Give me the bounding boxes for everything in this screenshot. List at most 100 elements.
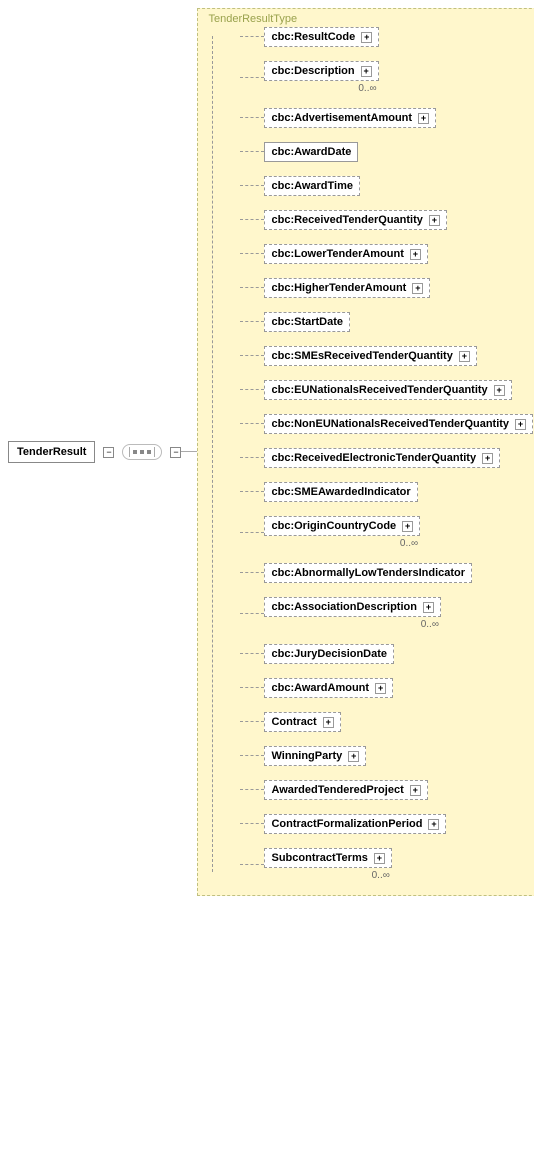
connector-line [240, 117, 264, 119]
tree-trunk [212, 36, 241, 872]
expand-icon[interactable]: + [429, 215, 440, 226]
collapse-icon[interactable]: − [103, 447, 114, 458]
children-list: cbc:ResultCode+cbc:Description+0..∞cbc:A… [212, 27, 534, 881]
node-wrap: cbc:SMEAwardedIndicator [264, 482, 417, 502]
expand-icon[interactable]: + [459, 351, 470, 362]
expand-icon[interactable]: + [323, 717, 334, 728]
node-wrap: WinningParty+ [264, 746, 366, 766]
connector-line [240, 687, 264, 689]
element-label: cbc:AdvertisementAmount [271, 112, 412, 124]
expand-icon[interactable]: + [418, 113, 429, 124]
connector-line [240, 219, 264, 221]
element-label: ContractFormalizationPeriod [271, 818, 422, 830]
node-wrap: cbc:ResultCode+ [264, 27, 379, 47]
child-row: cbc:AbnormallyLowTendersIndicator [240, 563, 534, 583]
child-row: cbc:AssociationDescription+ 0..∞ [240, 597, 534, 630]
element-node[interactable]: cbc:Description+ [264, 61, 378, 81]
expand-icon[interactable]: + [494, 385, 505, 396]
element-node[interactable]: cbc:AssociationDescription+ [264, 597, 440, 617]
element-node[interactable]: cbc:AbnormallyLowTendersIndicator [264, 563, 472, 583]
node-wrap: cbc:AbnormallyLowTendersIndicator [264, 563, 472, 583]
expand-icon[interactable]: + [410, 249, 421, 260]
child-row: cbc:SMEAwardedIndicator [240, 482, 534, 502]
element-node[interactable]: cbc:AwardAmount+ [264, 678, 393, 698]
element-node[interactable]: cbc:SMEAwardedIndicator [264, 482, 417, 502]
child-row: cbc:AwardDate [240, 142, 534, 162]
expand-icon[interactable]: + [423, 602, 434, 613]
expand-icon[interactable]: + [361, 66, 372, 77]
child-row: AwardedTenderedProject+ [240, 780, 534, 800]
child-row: cbc:AwardAmount+ [240, 678, 534, 698]
node-wrap: cbc:AwardAmount+ [264, 678, 393, 698]
connector-line [240, 253, 264, 255]
element-label: cbc:NonEUNationalsReceivedTenderQuantity [271, 418, 509, 430]
expand-icon[interactable]: + [410, 785, 421, 796]
node-wrap: cbc:EUNationalsReceivedTenderQuantity + [264, 380, 511, 400]
element-node[interactable]: cbc:ReceivedElectronicTenderQuantity+ [264, 448, 500, 468]
node-wrap: Contract + [264, 712, 340, 732]
element-node[interactable]: cbc:JuryDecisionDate [264, 644, 394, 664]
child-row: cbc:SMEsReceivedTenderQuantity + [240, 346, 534, 366]
child-row: Contract + [240, 712, 534, 732]
cardinality-label: 0..∞ [421, 619, 441, 630]
element-node[interactable]: WinningParty+ [264, 746, 366, 766]
expand-icon[interactable]: + [348, 751, 359, 762]
connector-line [240, 491, 264, 493]
element-label: cbc:AwardDate [271, 146, 351, 158]
element-node[interactable]: cbc:LowerTenderAmount+ [264, 244, 427, 264]
cardinality-label: 0..∞ [400, 538, 420, 549]
element-node[interactable]: cbc:ResultCode+ [264, 27, 379, 47]
expand-icon[interactable]: + [515, 419, 526, 430]
element-node[interactable]: ContractFormalizationPeriod + [264, 814, 446, 834]
element-node[interactable]: cbc:AdvertisementAmount + [264, 108, 436, 128]
element-node[interactable]: cbc:HigherTenderAmount+ [264, 278, 430, 298]
element-label: cbc:SMEsReceivedTenderQuantity [271, 350, 452, 362]
element-node[interactable]: cbc:NonEUNationalsReceivedTenderQuantity… [264, 414, 533, 434]
element-label: cbc:OriginCountryCode [271, 520, 396, 532]
expand-icon[interactable]: + [361, 32, 372, 43]
child-row: cbc:StartDate [240, 312, 534, 332]
element-node[interactable]: SubcontractTerms + [264, 848, 391, 868]
connector-line [240, 532, 264, 534]
connector-line [240, 457, 264, 459]
expand-icon[interactable]: + [412, 283, 423, 294]
expand-icon[interactable]: + [375, 683, 386, 694]
element-label: cbc:AwardTime [271, 180, 353, 192]
root-element-node[interactable]: TenderResult [8, 441, 95, 463]
connector-line [240, 613, 264, 615]
expand-icon[interactable]: + [428, 819, 439, 830]
element-label: Contract [271, 716, 316, 728]
element-node[interactable]: cbc:AwardTime [264, 176, 360, 196]
node-wrap: cbc:StartDate [264, 312, 350, 332]
element-node[interactable]: cbc:StartDate [264, 312, 350, 332]
node-wrap: cbc:LowerTenderAmount+ [264, 244, 427, 264]
element-label: SubcontractTerms [271, 852, 367, 864]
cardinality-label: 0..∞ [358, 83, 378, 94]
child-row: cbc:EUNationalsReceivedTenderQuantity + [240, 380, 534, 400]
element-node[interactable]: cbc:EUNationalsReceivedTenderQuantity + [264, 380, 511, 400]
expand-icon[interactable]: + [482, 453, 493, 464]
node-wrap: cbc:Description+ 0..∞ [264, 61, 378, 94]
element-label: cbc:SMEAwardedIndicator [271, 486, 410, 498]
node-wrap: cbc:NonEUNationalsReceivedTenderQuantity… [264, 414, 533, 434]
element-node[interactable]: Contract + [264, 712, 340, 732]
element-node[interactable]: cbc:AwardDate [264, 142, 358, 162]
expand-icon[interactable]: + [402, 521, 413, 532]
child-row: cbc:JuryDecisionDate [240, 644, 534, 664]
child-row: cbc:ReceivedElectronicTenderQuantity+ [240, 448, 534, 468]
node-wrap: cbc:JuryDecisionDate [264, 644, 394, 664]
sequence-compositor[interactable] [122, 444, 162, 460]
element-node[interactable]: cbc:ReceivedTenderQuantity+ [264, 210, 446, 230]
expand-icon[interactable]: − [170, 447, 181, 458]
element-node[interactable]: AwardedTenderedProject+ [264, 780, 427, 800]
node-wrap: SubcontractTerms+0..∞ [264, 848, 391, 881]
root-connector: − − [103, 444, 197, 460]
child-row: SubcontractTerms+0..∞ [240, 848, 534, 881]
node-wrap: cbc:ReceivedElectronicTenderQuantity+ [264, 448, 500, 468]
element-node[interactable]: cbc:OriginCountryCode + [264, 516, 420, 536]
element-node[interactable]: cbc:SMEsReceivedTenderQuantity + [264, 346, 476, 366]
expand-icon[interactable]: + [374, 853, 385, 864]
element-label: cbc:EUNationalsReceivedTenderQuantity [271, 384, 487, 396]
connector-line [240, 389, 264, 391]
connector-line [240, 355, 264, 357]
